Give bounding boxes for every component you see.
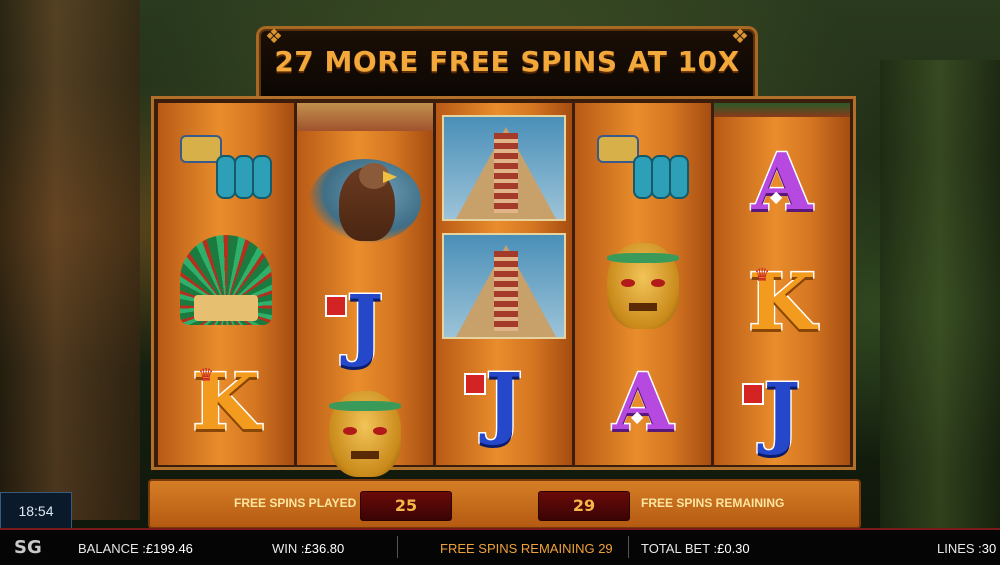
divider — [397, 536, 398, 558]
gem-icon: ◆ — [631, 407, 644, 426]
flag-icon — [325, 295, 347, 317]
pyramid-symbol — [436, 107, 572, 227]
lines-value: 30 — [981, 541, 997, 556]
free-spins-remaining-value: 29 — [538, 491, 630, 521]
balance-value: £199.46 — [145, 541, 193, 556]
jack-symbol: J — [714, 353, 850, 473]
ornament-icon: ❖ — [265, 24, 283, 48]
free-spins-remaining-status: FREE SPINS REMAINING 29 — [440, 541, 613, 556]
ace-symbol: A ◆ — [575, 343, 711, 463]
total-bet: TOTAL BET :£0.30 — [641, 541, 750, 556]
reel-5: A ◆ ♛ K J — [714, 103, 850, 465]
king-symbol: ♛ K — [158, 343, 294, 463]
ornament-icon: ❖ — [731, 24, 749, 48]
letter-j: J — [345, 279, 385, 370]
crown-icon: ♛ — [754, 265, 771, 286]
serpent-symbol — [575, 107, 711, 227]
pyramid-symbol — [436, 225, 572, 345]
headdress-symbol — [158, 225, 294, 345]
letter-j: J — [484, 357, 524, 448]
clock: 18:54 — [0, 492, 72, 530]
serpent-symbol — [158, 107, 294, 227]
win: WIN :£36.80 — [272, 541, 344, 556]
reel-4: A ◆ — [575, 103, 711, 465]
gem-icon: ◆ — [770, 187, 783, 206]
serpent-icon — [597, 135, 689, 199]
free-spins-played-label: FREE SPINS PLAYED — [234, 496, 357, 510]
tree-trunk-left — [0, 0, 140, 520]
letter-a: A — [750, 137, 814, 228]
pyramid-icon — [442, 233, 566, 339]
mask-symbol — [575, 225, 711, 345]
king-symbol: ♛ K — [714, 243, 850, 363]
mask-icon — [607, 243, 679, 329]
foliage-right — [880, 60, 1000, 530]
lines-label: LINES : — [937, 541, 982, 556]
win-label: WIN : — [272, 541, 305, 556]
reel-3: J — [436, 103, 572, 465]
ace-symbol: A ◆ — [714, 123, 850, 243]
free-spins-remaining-label: FREE SPINS REMAINING — [641, 496, 785, 510]
flag-icon — [464, 373, 486, 395]
eagle-symbol — [297, 139, 433, 259]
mask-icon — [329, 391, 401, 477]
letter-a: A — [611, 357, 675, 448]
partial-symbol — [714, 103, 850, 117]
pyramid-icon — [442, 115, 566, 221]
status-bar: BALANCE :£199.46 WIN :£36.80 FREE SPINS … — [0, 528, 1000, 565]
eagle-icon — [309, 159, 421, 243]
reel-2: J — [297, 103, 433, 477]
balance: BALANCE :£199.46 — [78, 541, 193, 556]
divider — [628, 536, 629, 558]
banner-text: 27 MORE FREE SPINS AT 10X — [274, 45, 740, 78]
lines: LINES :30 — [937, 541, 996, 556]
jack-symbol: J — [436, 343, 572, 463]
free-spins-counter-bar: FREE SPINS PLAYED 25 29 FREE SPINS REMAI… — [148, 479, 861, 529]
brand-logo: SG — [14, 537, 42, 558]
serpent-icon — [180, 135, 272, 199]
total-bet-label: TOTAL BET : — [641, 541, 718, 556]
free-spins-played-value: 25 — [360, 491, 452, 521]
win-value: £36.80 — [304, 541, 345, 556]
crown-icon: ♛ — [198, 365, 215, 386]
mask-symbol — [297, 365, 433, 485]
letter-j: J — [762, 367, 802, 458]
pyramid-partial-symbol — [297, 103, 433, 131]
free-spins-banner: ❖ ❖ 27 MORE FREE SPINS AT 10X — [256, 24, 758, 101]
total-bet-value: £0.30 — [717, 541, 750, 556]
reel-area[interactable]: ♛ K J J A ◆ A ◆ ♛ K J — [151, 96, 856, 477]
flag-icon — [742, 383, 764, 405]
reel-1: ♛ K — [158, 103, 294, 465]
balance-label: BALANCE : — [78, 541, 146, 556]
